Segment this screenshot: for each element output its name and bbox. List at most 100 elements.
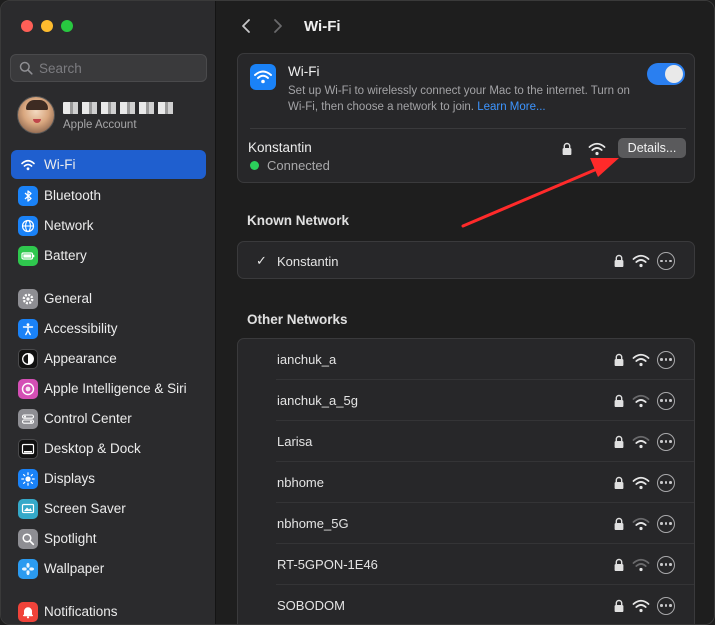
accessibility-icon (18, 318, 38, 339)
more-options-button[interactable] (657, 596, 675, 615)
traffic-lights (21, 20, 73, 32)
sidebar-item-wallpaper[interactable]: Wallpaper (11, 554, 206, 583)
sidebar-item-label: Notifications (44, 604, 118, 619)
lock-icon (614, 517, 624, 530)
network-name: ianchuk_a_5g (277, 393, 358, 408)
screen-saver-icon (18, 498, 38, 519)
more-options-button[interactable] (657, 473, 675, 492)
bluetooth-icon (18, 185, 38, 206)
sidebar-item-label: Bluetooth (44, 188, 102, 203)
sidebar-item-label: Screen Saver (44, 501, 126, 516)
network-row[interactable]: RT-5GPON-1E46 (238, 544, 694, 585)
lock-icon (614, 353, 624, 366)
checkmark-icon: ✓ (256, 253, 267, 268)
lock-icon (614, 476, 624, 489)
sidebar-item-appearance[interactable]: Appearance (11, 344, 206, 373)
sidebar-item-accessibility[interactable]: Accessibility (11, 314, 206, 343)
battery-icon (18, 245, 38, 266)
learn-more-link[interactable]: Learn More... (477, 101, 545, 113)
details-button[interactable]: Details... (618, 138, 686, 158)
lock-icon (614, 435, 624, 448)
sidebar-item-displays[interactable]: Displays (11, 464, 206, 493)
search-icon (19, 61, 33, 75)
account-subtitle: Apple Account (63, 118, 137, 131)
network-row[interactable]: Larisa (238, 421, 694, 462)
connected-dot-icon (250, 161, 259, 170)
apple-account[interactable]: Apple Account (17, 96, 175, 134)
search-input[interactable] (39, 60, 199, 76)
more-options-button[interactable] (657, 350, 675, 369)
network-row[interactable]: nbhome (238, 462, 694, 503)
sidebar-item-label: Spotlight (44, 531, 97, 546)
more-options-button[interactable] (657, 432, 675, 451)
connection-status-text: Connected (267, 158, 330, 173)
sidebar: Apple Account Wi-Fi Bluetooth Network Batte… (1, 1, 216, 624)
sidebar-item-label: Battery (44, 248, 87, 263)
more-options-button[interactable] (657, 252, 675, 270)
page-title: Wi-Fi (304, 17, 341, 35)
sidebar-item-spotlight[interactable]: Spotlight (11, 524, 206, 553)
lock-icon (614, 394, 624, 407)
other-networks-list: ianchuk_a ianchuk_a_5g Larisa nbhome nbhome_… (237, 338, 695, 624)
wifi-icon (18, 155, 38, 175)
wifi-signal-icon (632, 599, 650, 613)
network-row[interactable]: ianchuk_a_5g (238, 380, 694, 421)
network-row[interactable]: ✓ Konstantin (238, 242, 694, 280)
lock-icon (562, 142, 572, 155)
divider (250, 128, 686, 129)
sidebar-item-apple-intelligence-siri[interactable]: Apple Intelligence & Siri (11, 374, 206, 403)
sidebar-item-label: Appearance (44, 351, 117, 366)
close-window-button[interactable] (21, 20, 33, 32)
sidebar-item-label: Desktop & Dock (44, 441, 141, 456)
sidebar-item-label: Control Center (44, 411, 132, 426)
network-row[interactable]: ianchuk_a (238, 339, 694, 380)
sidebar-item-screen-saver[interactable]: Screen Saver (11, 494, 206, 523)
connection-status: Connected (250, 158, 330, 173)
wifi-signal-icon (588, 142, 606, 156)
wifi-card: Wi-Fi Set up Wi-Fi to wirelessly connect… (237, 53, 695, 183)
lock-icon (614, 558, 624, 571)
sidebar-item-label: Wallpaper (44, 561, 105, 576)
wifi-signal-icon (632, 435, 650, 449)
network-name: nbhome_5G (277, 516, 349, 531)
sidebar-item-general[interactable]: General (11, 284, 206, 313)
network-row[interactable]: SOBODOM (238, 585, 694, 624)
more-options-button[interactable] (657, 391, 675, 410)
settings-window: Apple Account Wi-Fi Bluetooth Network Batte… (0, 0, 715, 625)
sidebar-item-bluetooth[interactable]: Bluetooth (11, 181, 206, 210)
forward-button[interactable] (267, 15, 289, 37)
network-name: SOBODOM (277, 598, 345, 613)
sidebar-search[interactable] (10, 54, 207, 82)
network-row[interactable]: nbhome_5G (238, 503, 694, 544)
sidebar-item-wi-fi[interactable]: Wi-Fi (11, 150, 206, 179)
back-button[interactable] (235, 15, 257, 37)
wifi-toggle[interactable] (647, 63, 685, 85)
sidebar-item-battery[interactable]: Battery (11, 241, 206, 270)
maximize-window-button[interactable] (61, 20, 73, 32)
gear-icon (18, 288, 38, 309)
dock-icon (18, 438, 38, 459)
sidebar-item-notifications[interactable]: Notifications (11, 597, 206, 624)
bell-icon (18, 601, 38, 622)
chevron-right-icon (274, 19, 282, 33)
sidebar-item-label: General (44, 291, 93, 306)
sidebar-item-desktop-dock[interactable]: Desktop & Dock (11, 434, 206, 463)
known-network-list: ✓ Konstantin (237, 241, 695, 279)
sidebar-item-label: Network (44, 218, 94, 233)
sidebar-item-network[interactable]: Network (11, 211, 206, 240)
connected-network-name: Konstantin (248, 140, 312, 155)
minimize-window-button[interactable] (41, 20, 53, 32)
network-name: Konstantin (277, 253, 339, 269)
magnifier-icon (18, 528, 38, 549)
more-options-button[interactable] (657, 514, 675, 533)
wifi-description: Set up Wi-Fi to wirelessly connect your … (288, 83, 633, 115)
sidebar-item-control-center[interactable]: Control Center (11, 404, 206, 433)
more-options-button[interactable] (657, 555, 675, 574)
wifi-signal-icon (632, 476, 650, 490)
sidebar-item-label: Apple Intelligence & Siri (44, 381, 187, 396)
lock-icon (614, 599, 624, 612)
wifi-signal-icon (632, 517, 650, 531)
siri-icon (18, 378, 38, 399)
main-pane: Wi-Fi Wi-Fi Set up Wi-Fi to wirelessly c… (217, 1, 714, 624)
network-name: ianchuk_a (277, 352, 337, 367)
